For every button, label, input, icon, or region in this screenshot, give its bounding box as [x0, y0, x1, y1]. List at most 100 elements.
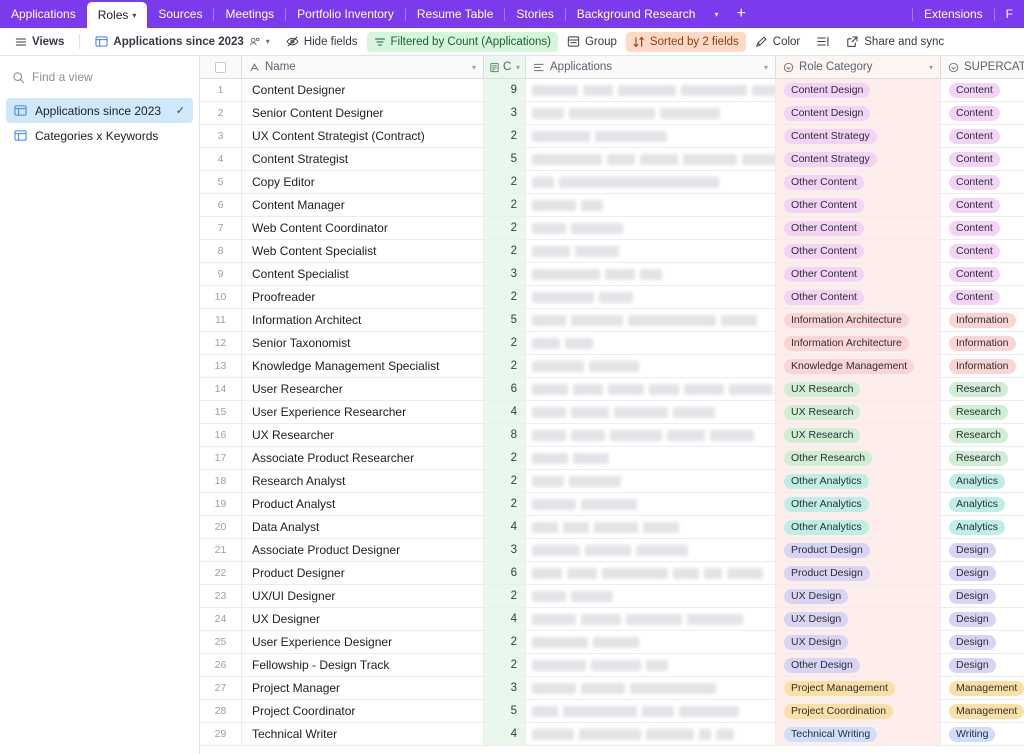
cell-name[interactable]: Project Coordinator	[242, 700, 484, 722]
cell-applications[interactable]	[526, 355, 776, 377]
cell-applications[interactable]	[526, 493, 776, 515]
table-row[interactable]: 13 Knowledge Management Specialist 2 Knowle…	[200, 355, 1024, 378]
cell-applications[interactable]	[526, 148, 776, 170]
cell-name[interactable]: Information Architect	[242, 309, 484, 331]
table-row[interactable]: 23 UX/UI Designer 2 UX Design Design	[200, 585, 1024, 608]
cell-applications[interactable]	[526, 102, 776, 124]
cell-applications[interactable]	[526, 309, 776, 331]
cell-supercat[interactable]: Content	[941, 217, 1024, 239]
cell-supercat[interactable]: Content	[941, 171, 1024, 193]
table-tab-stories[interactable]: Stories	[505, 0, 564, 28]
cell-supercat[interactable]: Design	[941, 608, 1024, 630]
cell-name[interactable]: User Researcher	[242, 378, 484, 400]
table-row[interactable]: 11 Information Architect 5 Information Arch…	[200, 309, 1024, 332]
table-row[interactable]: 12 Senior Taxonomist 2 Information Architec…	[200, 332, 1024, 355]
current-view-button[interactable]: Applications since 2023 ▾	[88, 32, 276, 52]
cell-role-category[interactable]: Other Content	[776, 171, 941, 193]
cell-count[interactable]: 3	[484, 102, 526, 124]
cell-supercat[interactable]: Design	[941, 654, 1024, 676]
cell-supercat[interactable]: Content	[941, 148, 1024, 170]
share-and-sync-button[interactable]: Share and sync	[839, 32, 951, 52]
table-row[interactable]: 22 Product Designer 6 Product Design Design	[200, 562, 1024, 585]
cell-name[interactable]: Content Strategist	[242, 148, 484, 170]
cell-count[interactable]: 3	[484, 539, 526, 561]
cell-supercat[interactable]: Research	[941, 378, 1024, 400]
cell-count[interactable]: 2	[484, 470, 526, 492]
cell-supercat[interactable]: Research	[941, 424, 1024, 446]
cell-count[interactable]: 2	[484, 493, 526, 515]
cell-name[interactable]: User Experience Researcher	[242, 401, 484, 423]
cell-applications[interactable]	[526, 171, 776, 193]
table-tab-sources[interactable]: Sources	[147, 0, 213, 28]
table-row[interactable]: 6 Content Manager 2 Other Content Content	[200, 194, 1024, 217]
cell-name[interactable]: User Experience Designer	[242, 631, 484, 653]
table-row[interactable]: 27 Project Manager 3 Project Management Mana…	[200, 677, 1024, 700]
color-button[interactable]: Color	[748, 32, 807, 52]
cell-supercat[interactable]: Design	[941, 585, 1024, 607]
cell-name[interactable]: Associate Product Researcher	[242, 447, 484, 469]
views-button[interactable]: Views	[8, 32, 71, 52]
table-tab-background-research[interactable]: Background Research	[566, 0, 707, 28]
table-row[interactable]: 29 Technical Writer 4 Technical Writing Writ…	[200, 723, 1024, 746]
cell-name[interactable]: Knowledge Management Specialist	[242, 355, 484, 377]
cell-role-category[interactable]: UX Design	[776, 585, 941, 607]
cell-count[interactable]: 2	[484, 585, 526, 607]
cell-role-category[interactable]: Product Design	[776, 562, 941, 584]
cell-applications[interactable]	[526, 125, 776, 147]
cell-count[interactable]: 4	[484, 401, 526, 423]
cell-role-category[interactable]: Other Content	[776, 194, 941, 216]
cell-count[interactable]: 4	[484, 516, 526, 538]
sort-button[interactable]: Sorted by 2 fields	[625, 31, 746, 52]
table-row[interactable]: 19 Product Analyst 2 Other Analytics Analyti…	[200, 493, 1024, 516]
cell-name[interactable]: Web Content Coordinator	[242, 217, 484, 239]
table-row[interactable]: 25 User Experience Designer 2 UX Design Desi…	[200, 631, 1024, 654]
cell-applications[interactable]	[526, 516, 776, 538]
cell-applications[interactable]	[526, 654, 776, 676]
table-row[interactable]: 8 Web Content Specialist 2 Other Content Con…	[200, 240, 1024, 263]
cell-name[interactable]: Fellowship - Design Track	[242, 654, 484, 676]
cell-name[interactable]: Technical Writer	[242, 723, 484, 745]
cell-name[interactable]: Content Manager	[242, 194, 484, 216]
cell-name[interactable]: Research Analyst	[242, 470, 484, 492]
cell-role-category[interactable]: Content Strategy	[776, 125, 941, 147]
table-row[interactable]: 14 User Researcher 6 UX Research Research	[200, 378, 1024, 401]
cell-name[interactable]: Web Content Specialist	[242, 240, 484, 262]
column-header-role-category[interactable]: Role Category ▾	[776, 56, 941, 78]
cell-applications[interactable]	[526, 447, 776, 469]
cell-count[interactable]: 2	[484, 125, 526, 147]
cell-supercat[interactable]: Information	[941, 355, 1024, 377]
cell-count[interactable]: 5	[484, 148, 526, 170]
chevron-down-icon[interactable]: ▾	[929, 63, 933, 72]
cell-applications[interactable]	[526, 240, 776, 262]
cell-supercat[interactable]: Management	[941, 700, 1024, 722]
sidebar-view-categories-x-keywords[interactable]: Categories x Keywords	[6, 123, 193, 148]
cell-name[interactable]: Associate Product Designer	[242, 539, 484, 561]
cell-count[interactable]: 4	[484, 723, 526, 745]
cell-name[interactable]: Proofreader	[242, 286, 484, 308]
group-button[interactable]: Group	[560, 32, 624, 52]
cell-name[interactable]: Senior Taxonomist	[242, 332, 484, 354]
table-row[interactable]: 16 UX Researcher 8 UX Research Research	[200, 424, 1024, 447]
column-header-applications[interactable]: Applications ▾	[526, 56, 776, 78]
chevron-down-icon[interactable]: ▾	[516, 63, 520, 72]
cell-role-category[interactable]: Other Analytics	[776, 470, 941, 492]
sidebar-view-applications-since-2023[interactable]: Applications since 2023 ✓	[6, 98, 193, 123]
filter-button[interactable]: Filtered by Count (Applications)	[366, 31, 558, 52]
cell-role-category[interactable]: UX Design	[776, 631, 941, 653]
table-row[interactable]: 26 Fellowship - Design Track 2 Other Design…	[200, 654, 1024, 677]
cell-role-category[interactable]: Other Analytics	[776, 516, 941, 538]
select-all-checkbox[interactable]	[215, 61, 226, 73]
cell-name[interactable]: Content Designer	[242, 79, 484, 101]
cell-role-category[interactable]: Information Architecture	[776, 332, 941, 354]
table-row[interactable]: 5 Copy Editor 2 Other Content Content	[200, 171, 1024, 194]
cell-name[interactable]: Copy Editor	[242, 171, 484, 193]
cell-applications[interactable]	[526, 585, 776, 607]
table-tab-resume-table[interactable]: Resume Table	[406, 0, 505, 28]
cell-role-category[interactable]: Other Content	[776, 286, 941, 308]
cell-count[interactable]: 2	[484, 217, 526, 239]
cell-count[interactable]: 5	[484, 700, 526, 722]
cell-applications[interactable]	[526, 539, 776, 561]
cell-supercat[interactable]: Analytics	[941, 493, 1024, 515]
cell-supercat[interactable]: Research	[941, 401, 1024, 423]
cell-applications[interactable]	[526, 631, 776, 653]
